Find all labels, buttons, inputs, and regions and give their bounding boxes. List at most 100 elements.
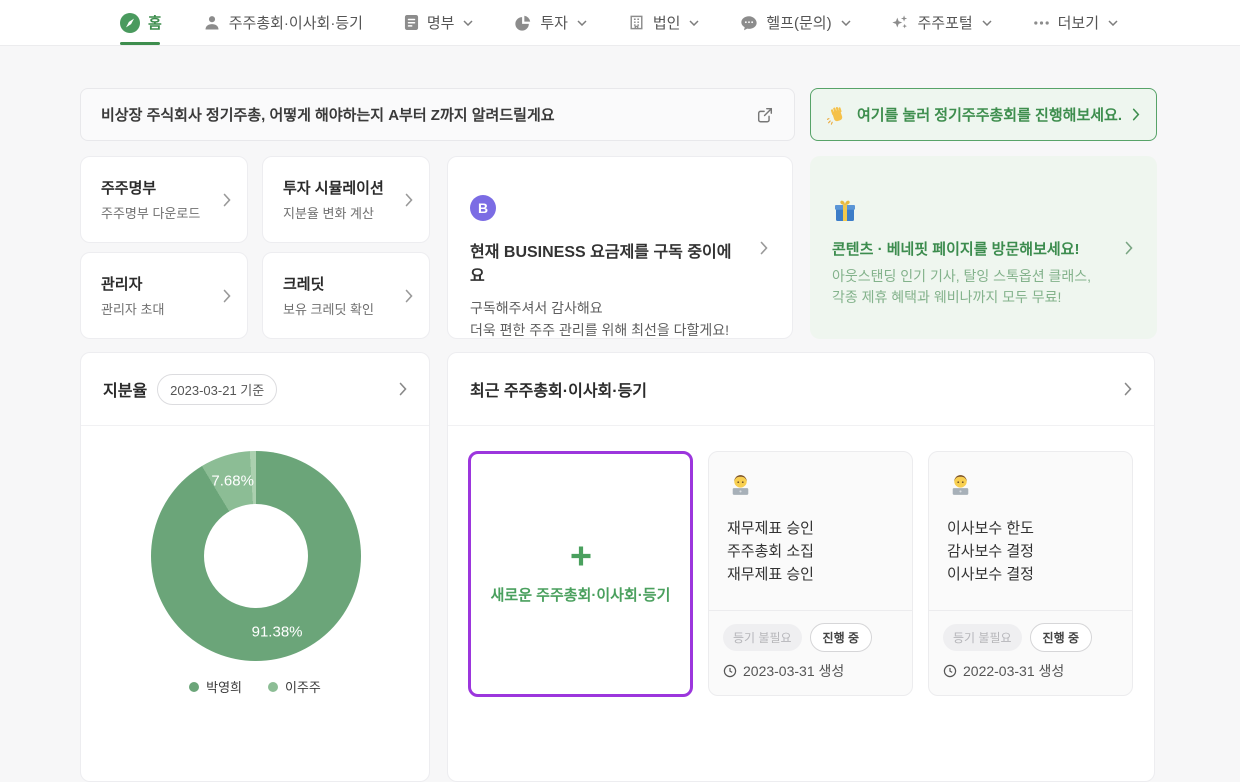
clapping-hands-icon <box>827 105 847 125</box>
nav-label: 헬프(문의) <box>766 12 831 33</box>
legend-dot <box>189 682 199 692</box>
nav-item-more[interactable]: 더보기 <box>1033 0 1118 45</box>
nav-label: 투자 <box>540 12 568 33</box>
registration-status-badge: 등기 불필요 <box>943 624 1022 651</box>
chevron-down-icon <box>841 20 851 26</box>
quick-card-title: 크레딧 <box>283 273 374 294</box>
legend-item: 이주주 <box>268 677 321 696</box>
chevron-right-icon <box>223 193 231 207</box>
chevron-down-icon <box>577 20 587 26</box>
chevron-down-icon <box>689 20 699 26</box>
ellipsis-icon <box>1033 20 1050 26</box>
chevron-down-icon <box>463 20 473 26</box>
agenda-item: 감사보수 결정 <box>947 540 1114 563</box>
chevron-right-icon <box>1125 241 1133 255</box>
nav-label: 법인 <box>653 12 681 33</box>
chevron-right-icon <box>1132 108 1140 121</box>
ownership-donut-chart: 91.38% 7.68% <box>151 451 361 661</box>
agenda-item: 이사보수 결정 <box>947 563 1114 586</box>
quick-card-admin[interactable]: 관리자 관리자 초대 <box>80 252 248 339</box>
chevron-right-icon <box>405 193 413 207</box>
agenda-item: 주주총회 소집 <box>727 540 894 563</box>
plan-line: 더욱 편한 주주 관리를 위해 최선을 다할게요! <box>470 319 736 341</box>
recent-meetings-card: 최근 주주총회·이사회·등기 새로운 주주총회·이사회·등기 <box>447 352 1155 782</box>
home-logo-icon <box>120 13 140 33</box>
quick-cards-grid: 주주명부 주주명부 다운로드 투자 시뮬레이션 지분율 변화 계산 관리자 관리… <box>80 156 430 339</box>
recent-meetings-body: 새로운 주주총회·이사회·등기 재무제표 승인 주주총회 소집 재무제표 승인 <box>468 451 1133 697</box>
chevron-right-icon[interactable] <box>1124 382 1132 396</box>
quick-card-title: 주주명부 <box>101 177 200 198</box>
nav-item-home[interactable]: 홈 <box>120 0 162 45</box>
benefit-line: 각종 제휴 혜택과 웨비나까지 모두 무료! <box>832 287 1101 308</box>
person-icon <box>203 14 221 32</box>
nav-item-help[interactable]: 헬프(문의) <box>740 0 850 45</box>
agenda-item: 이사보수 한도 <box>947 517 1114 540</box>
legend-label: 박영희 <box>206 677 242 696</box>
clock-icon <box>943 664 957 678</box>
ownership-header[interactable]: 지분율 2023-03-21 기준 <box>81 353 429 426</box>
recent-meetings-header[interactable]: 최근 주주총회·이사회·등기 <box>448 353 1154 426</box>
legend-label: 이주주 <box>285 677 321 696</box>
quick-card-investment-simulation[interactable]: 투자 시뮬레이션 지분율 변화 계산 <box>262 156 430 243</box>
benefit-card[interactable]: 콘텐츠 · 베네핏 페이지를 방문해보세요! 아웃스탠딩 인기 기사, 탈잉 스… <box>810 156 1157 339</box>
quick-card-title: 관리자 <box>101 273 164 294</box>
building-icon <box>628 14 645 31</box>
notice-banner[interactable]: 비상장 주식회사 정기주총, 어떻게 해야하는지 A부터 Z까지 알려드릴게요 <box>80 88 795 141</box>
sparkles-icon <box>891 14 909 32</box>
registration-status-badge: 등기 불필요 <box>723 624 802 651</box>
chevron-down-icon <box>1108 20 1118 26</box>
quick-card-subtitle: 관리자 초대 <box>101 299 164 318</box>
agenda-item: 재무제표 승인 <box>727 517 894 540</box>
legend-item: 박영희 <box>189 677 242 696</box>
donut-percent-label: 7.68% <box>211 472 254 489</box>
chevron-right-icon <box>223 289 231 303</box>
quick-card-credit[interactable]: 크레딧 보유 크레딧 확인 <box>262 252 430 339</box>
new-meeting-button[interactable]: 새로운 주주총회·이사회·등기 <box>468 451 693 697</box>
recent-meetings-title: 최근 주주총회·이사회·등기 <box>470 377 647 401</box>
nav-item-corporation[interactable]: 법인 <box>628 0 700 45</box>
meeting-card[interactable]: 이사보수 한도 감사보수 결정 이사보수 결정 등기 불필요 진행 중 2022… <box>928 451 1133 696</box>
plan-line: 구독해주셔서 감사해요 <box>470 297 736 319</box>
plan-card[interactable]: B 현재 BUSINESS 요금제를 구독 중이에요 구독해주셔서 감사해요 더… <box>447 156 793 339</box>
top-nav: 홈 주주총회·이사회·등기 명부 투자 법인 <box>0 0 1240 46</box>
nav-label: 홈 <box>148 12 162 33</box>
quick-card-subtitle: 지분율 변화 계산 <box>283 203 384 222</box>
agenda-item: 재무제표 승인 <box>727 563 894 586</box>
ownership-title: 지분율 <box>103 377 147 401</box>
chevron-down-icon <box>982 20 992 26</box>
technologist-icon <box>727 472 754 499</box>
plus-icon <box>569 544 593 568</box>
ownership-card: 지분율 2023-03-21 기준 91.38% 7.68% 박영희 이주주 <box>80 352 430 782</box>
nav-item-register[interactable]: 명부 <box>404 0 474 45</box>
chevron-right-icon <box>405 289 413 303</box>
plan-badge: B <box>470 195 496 221</box>
chevron-right-icon <box>760 241 768 255</box>
gift-icon <box>832 198 1101 224</box>
nav-item-invest[interactable]: 투자 <box>514 0 587 45</box>
quick-card-subtitle: 주주명부 다운로드 <box>101 203 200 222</box>
new-meeting-label: 새로운 주주총회·이사회·등기 <box>491 584 671 605</box>
document-icon <box>404 14 419 31</box>
nav-item-meetings[interactable]: 주주총회·이사회·등기 <box>203 0 363 45</box>
cta-banner[interactable]: 여기를 눌러 정기주주총회를 진행해보세요. <box>810 88 1157 141</box>
meeting-card-footer: 등기 불필요 진행 중 2022-03-31 생성 <box>929 610 1132 695</box>
benefit-title: 콘텐츠 · 베네핏 페이지를 방문해보세요! <box>832 238 1101 259</box>
progress-status-badge: 진행 중 <box>1030 623 1092 652</box>
benefit-line: 아웃스탠딩 인기 기사, 탈잉 스톡옵션 클래스, <box>832 266 1101 287</box>
quick-card-shareholder-list[interactable]: 주주명부 주주명부 다운로드 <box>80 156 248 243</box>
nav-item-portal[interactable]: 주주포털 <box>891 0 991 45</box>
donut-percent-label: 91.38% <box>252 623 303 640</box>
meeting-card[interactable]: 재무제표 승인 주주총회 소집 재무제표 승인 등기 불필요 진행 중 2023… <box>708 451 913 696</box>
chevron-right-icon[interactable] <box>399 382 407 396</box>
cta-banner-text: 여기를 눌러 정기주주총회를 진행해보세요. <box>857 104 1122 125</box>
plan-title: 현재 BUSINESS 요금제를 구독 중이에요 <box>470 238 736 286</box>
progress-status-badge: 진행 중 <box>810 623 872 652</box>
clock-icon <box>723 664 737 678</box>
quick-card-subtitle: 보유 크레딧 확인 <box>283 299 374 318</box>
chat-bubble-icon <box>740 14 758 32</box>
nav-label: 주주총회·이사회·등기 <box>229 12 363 33</box>
nav-label: 명부 <box>427 12 455 33</box>
pie-chart-icon <box>514 14 532 32</box>
technologist-icon <box>947 472 974 499</box>
nav-label: 더보기 <box>1058 12 1099 33</box>
